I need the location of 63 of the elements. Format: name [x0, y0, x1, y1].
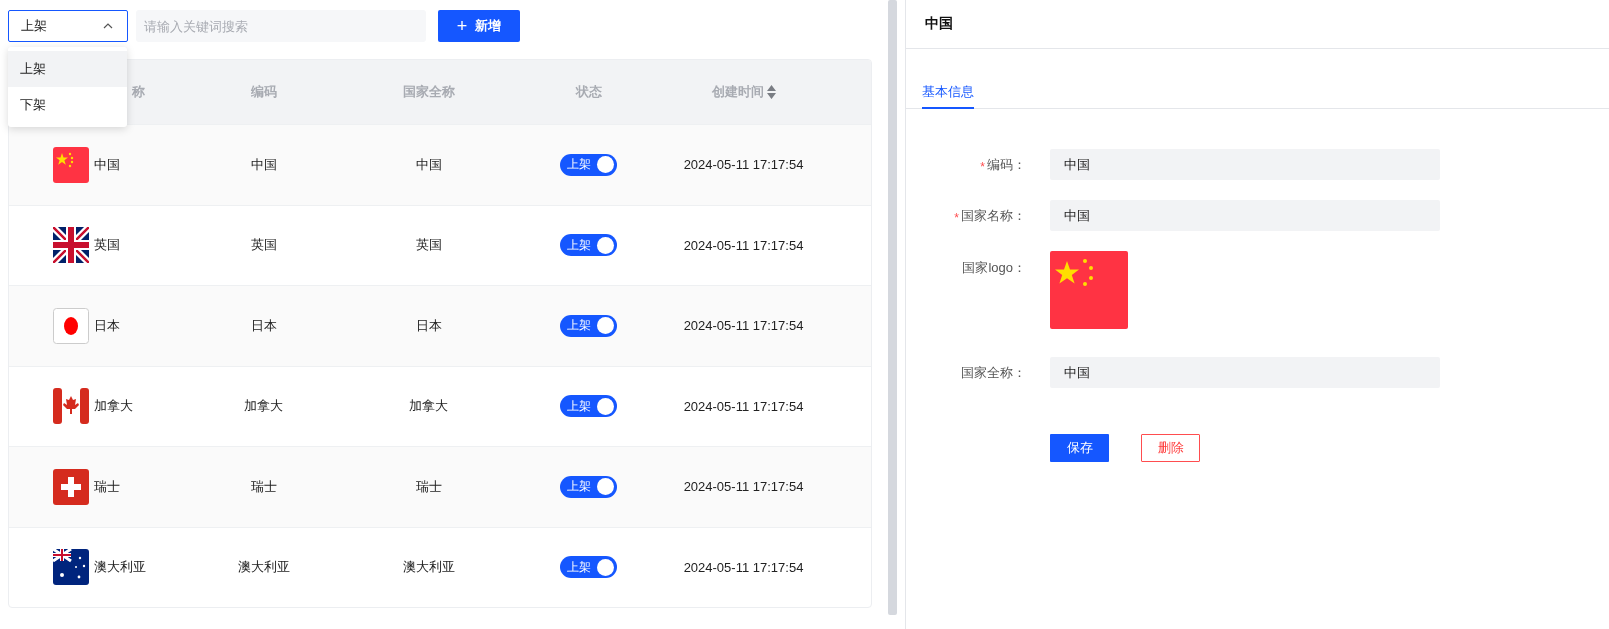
scrollbar[interactable] [888, 0, 897, 615]
table-cell: 英国 [415, 236, 442, 255]
required-mark: * [954, 209, 959, 225]
table-cell: 日本 [250, 316, 277, 335]
table-cell: 中国 [250, 155, 277, 174]
table-cell: 英国 [250, 236, 277, 255]
column-header: 创建时间 [711, 83, 764, 101]
input-field[interactable]: 中国 [1050, 200, 1440, 231]
table-cell: 中国 [415, 155, 442, 174]
status-toggle[interactable]: 上架 [560, 395, 617, 418]
table-cell: 瑞士 [415, 477, 442, 496]
column-header: 状态 [575, 83, 602, 101]
status-select[interactable]: 上架 [8, 10, 128, 42]
chevron-icon [103, 23, 113, 29]
table-cell: 加拿大 [94, 397, 133, 416]
dropdown-option[interactable]: 上架 [8, 51, 127, 87]
table-cell: 2024-05-11 17:17:54 [683, 318, 804, 334]
field-label: 编码： [987, 155, 1026, 174]
flag-icon [53, 549, 89, 586]
table-cell: 日本 [94, 316, 120, 335]
search-field[interactable]: 请输入关键词搜索 [136, 10, 426, 42]
table-cell: 瑞士 [250, 477, 277, 496]
table-cell: 瑞士 [94, 477, 120, 496]
column-header: 国家全称 [402, 83, 455, 101]
table-cell: 加拿大 [409, 397, 448, 416]
column-header: 称 [132, 83, 145, 101]
save-button[interactable]: 保存 [1050, 434, 1109, 462]
flag-icon [53, 468, 89, 505]
column-header: 编码 [250, 83, 277, 101]
tab[interactable]: 基本信息 [922, 79, 974, 109]
table-cell: 2024-05-11 17:17:54 [683, 398, 804, 414]
required-mark: * [980, 158, 985, 174]
table-cell: 澳大利亚 [237, 558, 290, 577]
input-field[interactable]: 中国 [1050, 149, 1440, 180]
flag-icon [53, 307, 89, 344]
table-cell: 2024-05-11 17:17:54 [683, 237, 804, 253]
table-cell: 2024-05-11 17:17:54 [683, 559, 804, 575]
table-cell: 英国 [94, 236, 120, 255]
add-button[interactable]: + 新增 [438, 10, 520, 42]
table-cell: 2024-05-11 17:17:54 [683, 157, 804, 173]
sort-icon[interactable] [766, 85, 776, 99]
flag-icon [53, 146, 89, 183]
dropdown-option[interactable]: 下架 [8, 87, 127, 123]
status-toggle[interactable]: 上架 [560, 314, 617, 337]
input-field[interactable]: 中国 [1050, 357, 1440, 388]
table-cell: 澳大利亚 [402, 558, 455, 577]
field-label: 国家logo： [962, 259, 1026, 277]
field-label: 国家全称： [961, 363, 1026, 382]
table-cell: 中国 [94, 155, 120, 174]
delete-button[interactable]: 删除 [1141, 434, 1200, 462]
status-toggle[interactable]: 上架 [560, 153, 617, 176]
flag-icon [53, 227, 89, 264]
table-cell: 澳大利亚 [94, 558, 146, 577]
flag-icon [53, 388, 89, 425]
table-cell: 日本 [415, 316, 442, 335]
status-toggle[interactable]: 上架 [560, 234, 617, 257]
panel-title: 中国 [925, 15, 953, 33]
status-toggle[interactable]: 上架 [560, 556, 617, 579]
table-cell: 加拿大 [244, 397, 283, 416]
field-label: 国家名称： [961, 206, 1026, 225]
flag-image[interactable] [1050, 251, 1128, 329]
status-toggle[interactable]: 上架 [560, 475, 617, 498]
table-cell: 2024-05-11 17:17:54 [683, 479, 804, 495]
